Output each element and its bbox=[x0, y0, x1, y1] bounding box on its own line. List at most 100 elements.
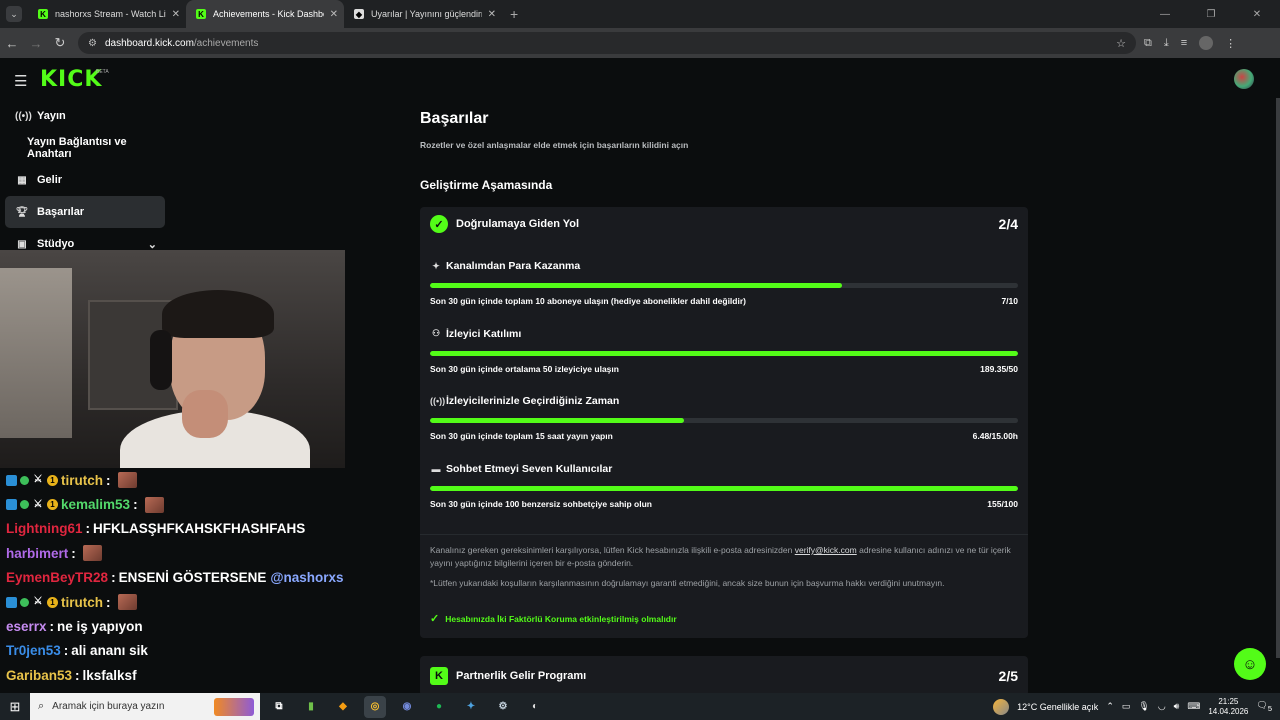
goal-title: Kanalımdan Para Kazanma bbox=[446, 260, 581, 272]
chevron-down-icon[interactable]: ⌄ bbox=[148, 238, 157, 251]
sidebar-item-label: Yayın bbox=[37, 110, 66, 122]
chat-username[interactable]: kemalim53 bbox=[61, 497, 130, 512]
sidebar-item-stream[interactable]: ((•)) Yayın bbox=[5, 100, 165, 132]
chat-separator: : bbox=[75, 667, 80, 683]
goal-value: 189.35/50 bbox=[980, 363, 1018, 374]
chat-emote bbox=[82, 545, 102, 562]
chat-emote bbox=[144, 496, 164, 513]
chat-username[interactable]: tirutch bbox=[61, 473, 103, 488]
card-count: 2/5 bbox=[998, 668, 1018, 684]
weather-text[interactable]: 12°C Genellikle açık bbox=[1017, 702, 1098, 712]
site-info-icon[interactable]: ⚙ bbox=[88, 38, 97, 49]
taskbar-clock[interactable]: 21:25 14.04.2026 bbox=[1208, 697, 1248, 717]
sidebar-item-label: Gelir bbox=[37, 174, 63, 186]
goal-progress-bar bbox=[430, 283, 1018, 288]
bookmark-star-icon[interactable]: ☆ bbox=[1116, 37, 1126, 50]
chat-username[interactable]: eserrx bbox=[6, 619, 47, 634]
address-bar[interactable]: ⚙ dashboard.kick.com/achievements ☆ bbox=[78, 32, 1136, 54]
chat-message: ⚔ 1 tirutch: bbox=[0, 590, 345, 614]
verified-badge-icon bbox=[20, 475, 29, 485]
minimize-icon[interactable]: — bbox=[1142, 9, 1188, 20]
subscriber-badge-icon bbox=[6, 499, 17, 511]
card-title: Doğrulamaya Giden Yol bbox=[456, 218, 580, 230]
tab-search-button[interactable]: ⌄ bbox=[6, 6, 22, 22]
network-icon[interactable]: ▭ bbox=[1122, 701, 1131, 712]
hamburger-menu-icon[interactable]: ☰ bbox=[14, 72, 27, 90]
app-icon[interactable]: ✦ bbox=[460, 696, 482, 718]
steam-icon[interactable]: ⚙ bbox=[492, 696, 514, 718]
spotify-icon[interactable]: ● bbox=[428, 696, 450, 718]
app-icon[interactable]: ◆ bbox=[332, 696, 354, 718]
chat-message: harbimert: bbox=[0, 541, 345, 565]
chat-username[interactable]: EymenBeyTR28 bbox=[6, 570, 108, 585]
beta-label: BETA bbox=[96, 69, 109, 75]
close-tab-icon[interactable]: ✕ bbox=[330, 9, 338, 20]
obs-icon[interactable]: ◐ bbox=[524, 696, 546, 718]
sidebar-item-label: Stüdyo bbox=[37, 238, 75, 250]
gift-badge-icon: 1 bbox=[47, 499, 58, 511]
language-icon[interactable]: ⌨ bbox=[1187, 701, 1200, 712]
chat-username[interactable]: Gariban53 bbox=[6, 668, 72, 683]
chat-message: eserrx: ne iş yapıyon bbox=[0, 614, 345, 638]
task-view-icon[interactable]: ⧉ bbox=[268, 696, 290, 718]
goal-value: 6.48/15.00h bbox=[972, 431, 1018, 441]
chat-username[interactable]: tirutch bbox=[61, 595, 103, 610]
media-icon[interactable]: ≡ bbox=[1181, 37, 1187, 49]
browser-tab-1[interactable]: K nashorxs Stream - Watch Live o ✕ bbox=[28, 0, 186, 28]
goal-progress-bar bbox=[430, 418, 1018, 423]
profile-avatar[interactable] bbox=[1199, 36, 1214, 50]
partner-card[interactable]: K Partnerlik Gelir Programı 2/5 bbox=[420, 656, 1028, 696]
chat-mention[interactable]: @nashorxs bbox=[270, 570, 343, 585]
chat-message: Gariban53: lksfalksf bbox=[0, 663, 345, 687]
wifi-icon[interactable]: ◡ bbox=[1158, 701, 1166, 712]
extensions-icon[interactable]: ⧉ bbox=[1144, 37, 1152, 50]
chat-username[interactable]: harbimert bbox=[6, 546, 68, 561]
sparkle-icon: ✦ bbox=[432, 260, 440, 271]
goal-progress-bar bbox=[430, 485, 1018, 491]
browser-tab-3[interactable]: ◆ Uyarılar | Yayınını güçlendirmek ✕ bbox=[344, 0, 502, 28]
forward-icon[interactable]: → bbox=[24, 36, 48, 51]
mic-icon[interactable]: 🎙︎ bbox=[1138, 701, 1149, 712]
download-icon[interactable]: ⤓ bbox=[1164, 37, 1169, 50]
goal-header: ▬ Sohbet Etmeyi Seven Kullanıcılar bbox=[430, 463, 1018, 475]
user-avatar[interactable] bbox=[1234, 69, 1254, 89]
cam-person-hand bbox=[182, 390, 228, 438]
windows-taskbar: ⊞ ⌕ Aramak için buraya yazın ⧉ ▮ ◆ ◎ ◉ ●… bbox=[0, 693, 1280, 720]
reload-icon[interactable]: ↻ bbox=[48, 35, 72, 51]
kick-logo[interactable]: KICK bbox=[40, 67, 102, 92]
goal-progress-fill bbox=[430, 485, 1018, 491]
scrollbar[interactable] bbox=[1276, 98, 1280, 658]
discord-icon[interactable]: ◉ bbox=[396, 696, 418, 718]
back-icon[interactable]: ← bbox=[0, 36, 24, 51]
sidebar-item-achievements[interactable]: 🏆︎ Başarılar bbox=[5, 196, 165, 228]
sidebar-item-revenue[interactable]: ▦ Gelir bbox=[5, 164, 165, 196]
browser-tab-2[interactable]: K Achievements - Kick Dashboard ✕ bbox=[186, 0, 344, 28]
close-window-icon[interactable]: ✕ bbox=[1234, 9, 1280, 20]
webcam-overlay bbox=[0, 250, 345, 468]
new-tab-icon[interactable]: + bbox=[510, 6, 518, 22]
sidebar-item-stream-key[interactable]: Yayın Bağlantısı ve Anahtarı bbox=[5, 132, 165, 164]
windows-start-icon[interactable]: ⊞ bbox=[0, 699, 30, 715]
close-tab-icon[interactable]: ✕ bbox=[488, 9, 496, 20]
chrome-icon[interactable]: ◎ bbox=[364, 695, 386, 718]
verify-email-link[interactable]: verify@kick.com bbox=[795, 545, 857, 555]
goal-footer: Son 30 gün içinde 100 benzersiz sohbetçi… bbox=[430, 499, 1018, 509]
weather-icon[interactable] bbox=[993, 698, 1010, 715]
chat-message: EymenBeyTR28: ENSENİ GÖSTERSENE @nashorxs bbox=[0, 566, 345, 590]
chat-username[interactable]: Tr0jen53 bbox=[6, 643, 61, 658]
divider bbox=[420, 534, 1028, 535]
support-chat-icon[interactable]: ☺ bbox=[1234, 648, 1266, 680]
close-tab-icon[interactable]: ✕ bbox=[172, 9, 180, 20]
chat-username[interactable]: Lightning61 bbox=[6, 521, 83, 536]
volume-icon[interactable]: 🔊︎ bbox=[1174, 701, 1180, 712]
kick-k-icon: K bbox=[430, 667, 448, 685]
users-icon: ⚇ bbox=[431, 328, 441, 338]
tab-title: Achievements - Kick Dashboard bbox=[213, 9, 324, 19]
menu-dots-icon[interactable]: ⋮ bbox=[1225, 37, 1236, 50]
tray-chevron-icon[interactable]: ⌃ bbox=[1106, 701, 1114, 712]
taskbar-search[interactable]: ⌕ Aramak için buraya yazın bbox=[30, 693, 260, 720]
url-path: /achievements bbox=[193, 37, 259, 49]
restore-icon[interactable]: ❐ bbox=[1188, 9, 1234, 20]
app-icon[interactable]: ▮ bbox=[300, 696, 322, 718]
notification-icon[interactable]: 🗨︎5 bbox=[1256, 700, 1272, 713]
